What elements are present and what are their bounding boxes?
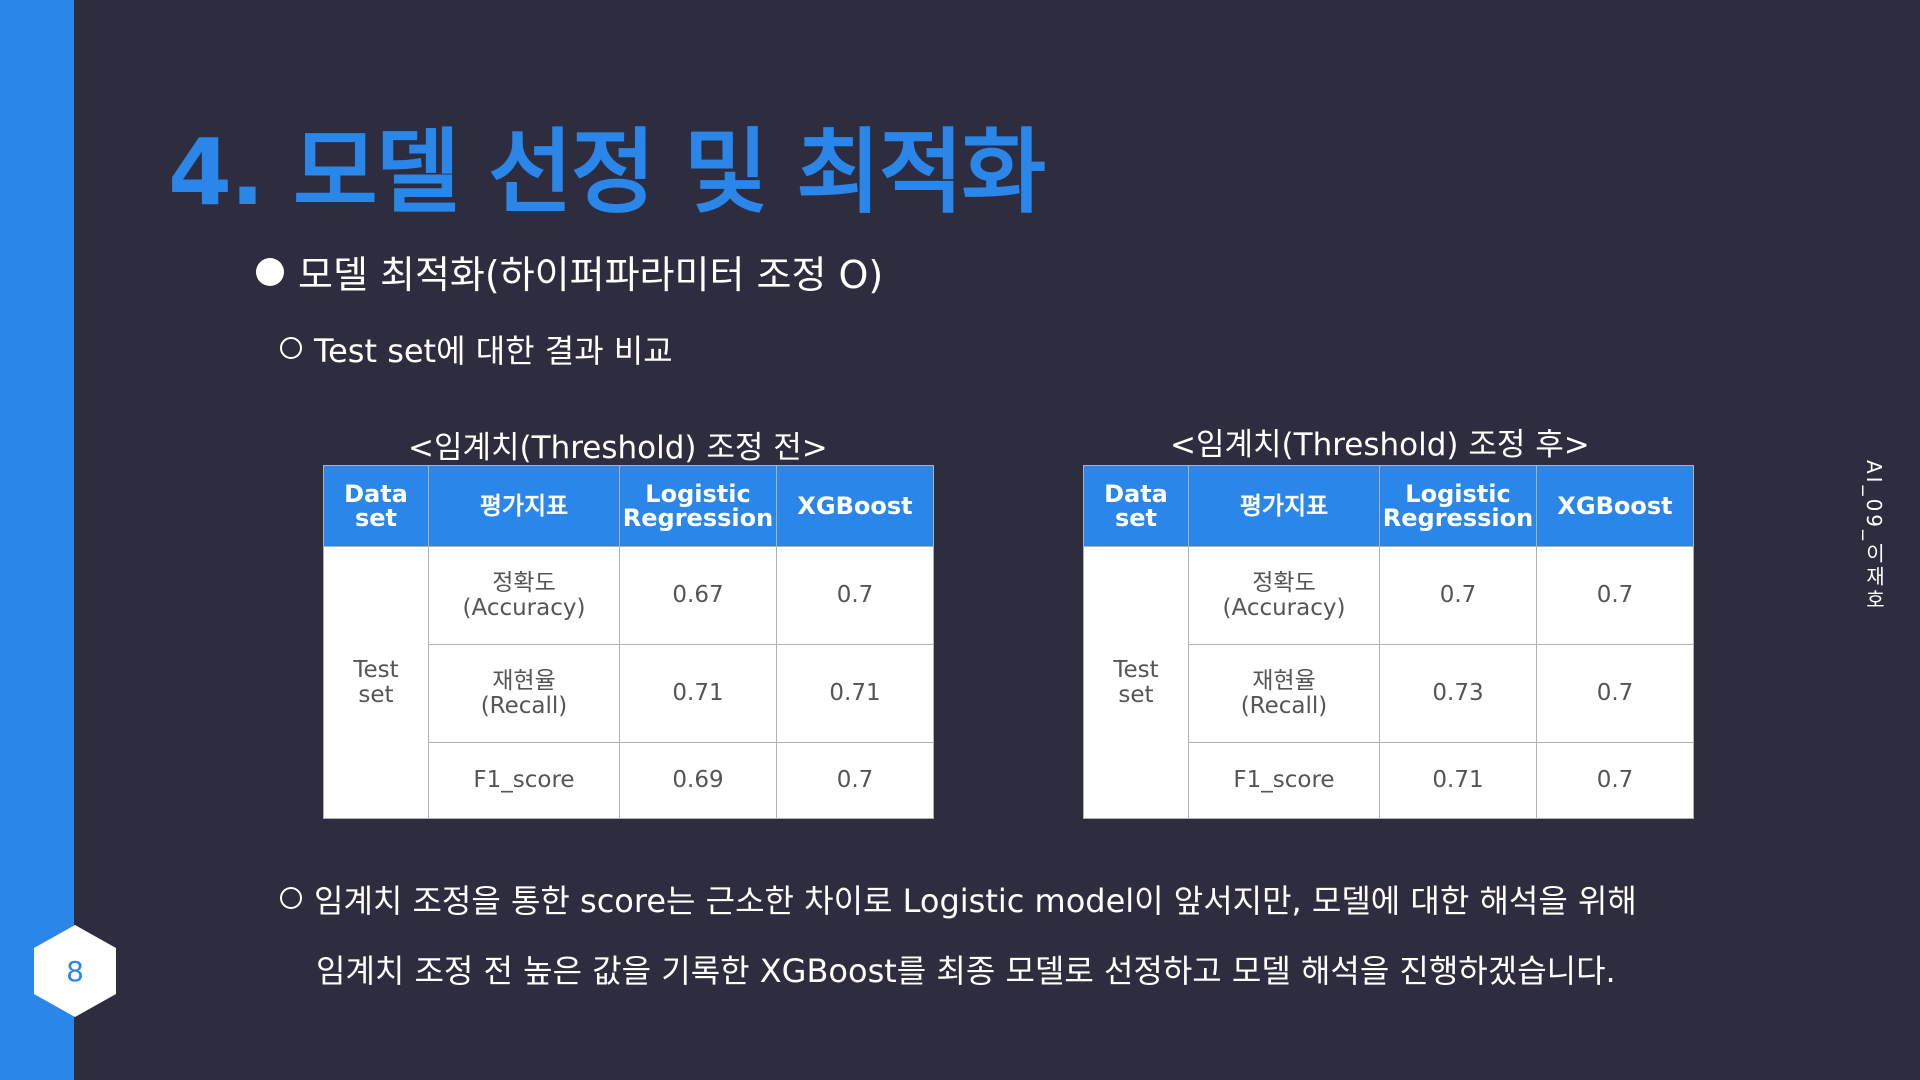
table-caption-after: <임계치(Threshold) 조정 후> bbox=[1170, 427, 1590, 463]
metric-cell: 정확도 (Accuracy) bbox=[1188, 546, 1380, 645]
xgb-value-cell: 0.71 bbox=[776, 644, 934, 743]
xgb-value-cell: 0.7 bbox=[1536, 742, 1694, 819]
lr-value-cell: 0.67 bbox=[619, 546, 777, 645]
dataset-cell: Test set bbox=[1083, 546, 1189, 819]
lr-value-cell: 0.69 bbox=[619, 742, 777, 819]
metric-cell: 재현율 (Recall) bbox=[1188, 644, 1380, 743]
table-row: Test set 정확도 (Accuracy) 0.7 0.7 bbox=[1083, 546, 1694, 819]
metric-cell: F1_score bbox=[428, 742, 620, 819]
header-dataset: Data set bbox=[323, 465, 429, 547]
xgb-value-cell: 0.7 bbox=[1536, 644, 1694, 743]
results-table-before: Data set 평가지표 Logistic Regression XGBoost … bbox=[323, 465, 934, 819]
left-accent-bar bbox=[0, 0, 74, 1080]
lr-value-cell: 0.7 bbox=[1379, 546, 1537, 645]
metric-cell: 정확도 (Accuracy) bbox=[428, 546, 620, 645]
lr-value-cell: 0.73 bbox=[1379, 644, 1537, 743]
table-header-row: Data set 평가지표 Logistic Regression XGBoost bbox=[1083, 465, 1694, 547]
header-xgboost: XGBoost bbox=[776, 465, 934, 547]
metric-cell: F1_score bbox=[1188, 742, 1380, 819]
main-bullet-text: 모델 최적화(하이퍼파라미터 조정 O) bbox=[298, 253, 884, 297]
xgb-value-cell: 0.7 bbox=[1536, 546, 1694, 645]
conclusion-line-1: 임계치 조정을 통한 score는 근소한 차이로 Logistic model… bbox=[280, 876, 1637, 922]
xgb-value-cell: 0.7 bbox=[776, 546, 934, 645]
conclusion-line-2: 임계치 조정 전 높은 값을 기록한 XGBoost를 최종 모델로 선정하고 … bbox=[316, 952, 1616, 990]
header-logistic-regression: Logistic Regression bbox=[1379, 465, 1537, 547]
author-label: AI_09_이재호 bbox=[1862, 460, 1886, 613]
xgb-value-cell: 0.7 bbox=[776, 742, 934, 819]
sub-bullet-text: Test set에 대한 결과 비교 bbox=[314, 332, 673, 370]
conclusion-text-1: 임계치 조정을 통한 score는 근소한 차이로 Logistic model… bbox=[314, 882, 1637, 920]
header-xgboost: XGBoost bbox=[1536, 465, 1694, 547]
header-metric: 평가지표 bbox=[1188, 465, 1380, 547]
lr-value-cell: 0.71 bbox=[1379, 742, 1537, 819]
table-header-row: Data set 평가지표 Logistic Regression XGBoost bbox=[323, 465, 934, 547]
header-dataset: Data set bbox=[1083, 465, 1189, 547]
slide-title: 4. 모델 선정 및 최적화 bbox=[168, 119, 1046, 226]
hollow-bullet-icon bbox=[280, 337, 302, 359]
table-row: Test set 정확도 (Accuracy) 0.67 0.7 bbox=[323, 546, 934, 819]
lr-value-cell: 0.71 bbox=[619, 644, 777, 743]
dataset-cell: Test set bbox=[323, 546, 429, 819]
metric-cell: 재현율 (Recall) bbox=[428, 644, 620, 743]
header-metric: 평가지표 bbox=[428, 465, 620, 547]
page-number: 8 bbox=[66, 954, 84, 988]
main-bullet: 모델 최적화(하이퍼파라미터 조정 O) bbox=[256, 244, 883, 299]
results-table-after: Data set 평가지표 Logistic Regression XGBoost … bbox=[1083, 465, 1694, 819]
filled-bullet-icon bbox=[256, 258, 284, 286]
sub-bullet: Test set에 대한 결과 비교 bbox=[280, 326, 673, 372]
table-caption-before: <임계치(Threshold) 조정 전> bbox=[408, 430, 828, 466]
header-logistic-regression: Logistic Regression bbox=[619, 465, 777, 547]
hollow-bullet-icon bbox=[280, 887, 302, 909]
